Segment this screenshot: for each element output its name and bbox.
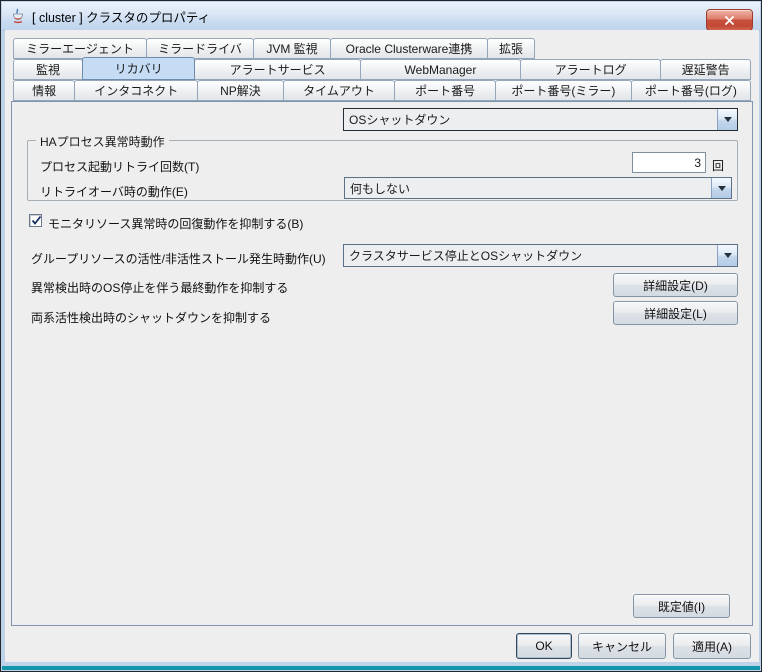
retry-count-label: プロセス起動リトライ回数(T) xyxy=(40,158,199,175)
tab-alert-log[interactable]: アラートログ xyxy=(520,59,661,80)
suppress-recovery-checkbox[interactable] xyxy=(29,214,42,227)
tab-row-2: 監視 リカバリ アラートサービス WebManager アラートログ 遅延警告 xyxy=(13,59,751,80)
retry-over-dropdown-button[interactable] xyxy=(711,178,731,198)
ha-process-groupbox: HAプロセス異常時動作 プロセス起動リトライ回数(T) 3 回 リトライオーバ時… xyxy=(27,140,738,201)
retry-over-value: 何もしない xyxy=(345,178,711,198)
tab-port-number[interactable]: ポート番号 xyxy=(394,80,495,101)
tab-info[interactable]: 情報 xyxy=(13,80,75,101)
final-action-detail-button[interactable]: 詳細設定(D) xyxy=(613,273,738,297)
tab-row-1: ミラーエージェント ミラードライバ JVM 監視 Oracle Clusterw… xyxy=(13,38,535,59)
retry-count-unit-label: 回 xyxy=(712,157,724,174)
cancel-button[interactable]: キャンセル xyxy=(578,633,666,659)
group-resource-stall-label: グループリソースの活性/非活性ストール発生時動作(U) xyxy=(31,250,326,267)
ha-process-groupbox-title: HAプロセス異常時動作 xyxy=(36,133,169,150)
title-bar[interactable]: [ cluster ] クラスタのプロパティ xyxy=(2,2,760,31)
default-values-button[interactable]: 既定値(I) xyxy=(633,594,730,618)
suppress-recovery-label[interactable]: モニタリソース異常時の回復動作を抑制する(B) xyxy=(48,215,303,232)
tab-port-number-log[interactable]: ポート番号(ログ) xyxy=(631,80,751,101)
close-button[interactable] xyxy=(706,9,753,31)
cluster-service-action-dropdown-button[interactable] xyxy=(717,109,737,130)
tab-jvm-monitor[interactable]: JVM 監視 xyxy=(253,38,331,59)
dual-active-detail-button[interactable]: 詳細設定(L) xyxy=(613,301,738,325)
tab-timeout[interactable]: タイムアウト xyxy=(283,80,396,101)
tab-extension[interactable]: 拡張 xyxy=(487,38,535,59)
group-resource-stall-value: クラスタサービス停止とOSシャットダウン xyxy=(344,245,717,266)
tab-port-number-mirror[interactable]: ポート番号(ミラー) xyxy=(495,80,632,101)
window-frame-bottom-strip xyxy=(2,666,760,670)
tab-alert-service[interactable]: アラートサービス xyxy=(194,59,361,80)
retry-count-input[interactable]: 3 xyxy=(632,152,706,173)
tab-recovery[interactable]: リカバリ xyxy=(82,57,195,80)
retry-over-label: リトライオーバ時の動作(E) xyxy=(40,183,188,200)
chevron-down-icon xyxy=(718,186,726,191)
ok-button[interactable]: OK xyxy=(516,633,572,659)
tab-monitor[interactable]: 監視 xyxy=(13,59,83,80)
close-icon xyxy=(725,16,734,25)
retry-over-combobox[interactable]: 何もしない xyxy=(344,177,732,199)
cluster-properties-dialog: [ cluster ] クラスタのプロパティ ミラーエージェント ミラードライバ… xyxy=(0,0,762,672)
java-app-icon xyxy=(10,8,26,24)
window-title: [ cluster ] クラスタのプロパティ xyxy=(32,7,210,26)
tab-oracle-clusterware[interactable]: Oracle Clusterware連携 xyxy=(330,38,488,59)
cluster-service-action-value: OSシャットダウン xyxy=(344,109,717,130)
tab-row-3: 情報 インタコネクト NP解決 タイムアウト ポート番号 ポート番号(ミラー) … xyxy=(13,80,751,101)
chevron-down-icon xyxy=(724,117,732,122)
tab-delay-warning[interactable]: 遅延警告 xyxy=(660,59,751,80)
tab-mirror-agent[interactable]: ミラーエージェント xyxy=(13,38,147,59)
checkmark-icon xyxy=(30,214,43,227)
apply-button[interactable]: 適用(A) xyxy=(673,633,751,659)
chevron-down-icon xyxy=(724,253,732,258)
dual-active-label: 両系活性検出時のシャットダウンを抑制する xyxy=(31,309,271,326)
cluster-service-action-combobox[interactable]: OSシャットダウン xyxy=(343,108,738,131)
group-resource-stall-dropdown-button[interactable] xyxy=(717,245,737,266)
tab-np-resolution[interactable]: NP解決 xyxy=(197,80,284,101)
tab-webmanager[interactable]: WebManager xyxy=(360,59,521,80)
final-action-label: 異常検出時のOS停止を伴う最終動作を抑制する xyxy=(31,279,288,296)
tab-mirror-driver[interactable]: ミラードライバ xyxy=(146,38,254,59)
group-resource-stall-combobox[interactable]: クラスタサービス停止とOSシャットダウン xyxy=(343,244,738,267)
tab-interconnect[interactable]: インタコネクト xyxy=(74,80,198,101)
